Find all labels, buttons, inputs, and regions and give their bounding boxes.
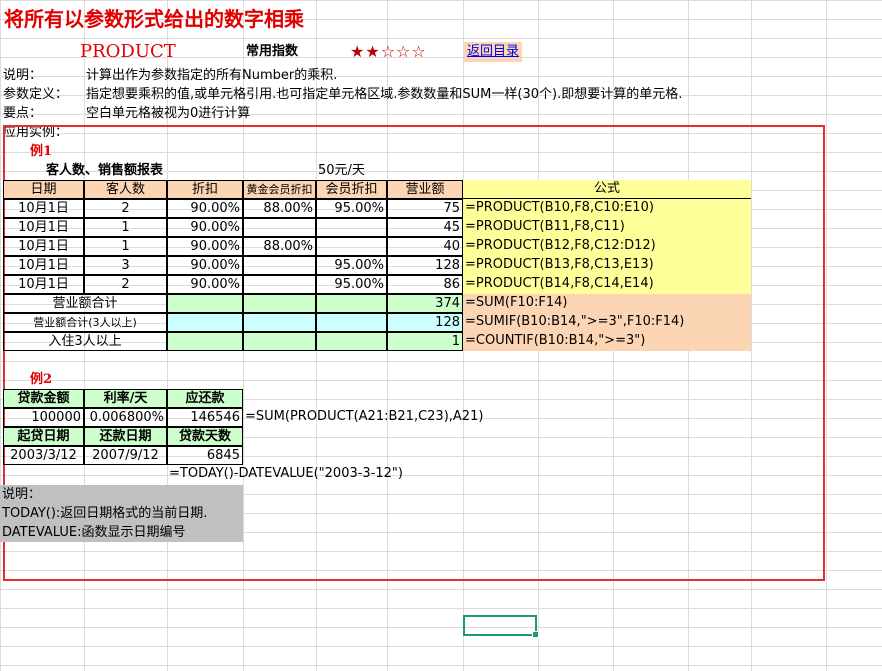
table-cell: 90.00% <box>167 199 243 218</box>
table-cell: 95.00% <box>316 275 387 294</box>
summary-formula: =SUMIF(B10:B14,">=3",F10:F14) <box>463 313 751 332</box>
summary-fill <box>243 294 316 313</box>
date-header: 起贷日期 <box>3 427 84 446</box>
days-formula: =TODAY()-DATEVALUE("2003-3-12") <box>169 466 403 481</box>
loan-header: 利率/天 <box>84 389 167 408</box>
loan-formula: =SUM(PRODUCT(A21:B21,C23),A21) <box>245 409 484 424</box>
example2-label: 例2 <box>30 372 53 387</box>
table-cell: 95.00% <box>316 199 387 218</box>
loan-header: 贷款金额 <box>3 389 84 408</box>
summary-fill <box>316 313 387 332</box>
table-cell: 10月1日 <box>3 275 84 294</box>
summary-fill <box>316 294 387 313</box>
summary-formula: =SUM(F10:F14) <box>463 294 751 313</box>
date-cell: 6845 <box>167 446 243 465</box>
notes-line-3: DATEVALUE:函数显示日期编号 <box>2 525 186 540</box>
table-cell: 128 <box>387 256 463 275</box>
loan-cell: 0.006800% <box>84 408 167 427</box>
function-name: PRODUCT <box>80 41 176 62</box>
formula-header: 公式 <box>463 180 751 199</box>
summary-fill <box>167 332 243 351</box>
table-cell: 88.00% <box>243 199 316 218</box>
table-cell: 88.00% <box>243 237 316 256</box>
loan-cell: 146546 <box>167 408 243 427</box>
table-cell <box>243 218 316 237</box>
table-cell: 10月1日 <box>3 218 84 237</box>
table-cell: 10月1日 <box>3 256 84 275</box>
key-label: 要点： <box>3 106 43 121</box>
formula-cell: =PRODUCT(B10,F8,C10:E10) <box>463 199 751 218</box>
rating-stars: ★★☆☆☆ <box>350 42 427 61</box>
table-cell: 90.00% <box>167 275 243 294</box>
date-cell: 2003/3/12 <box>3 446 84 465</box>
header-cell: 日期 <box>3 180 84 199</box>
table-cell: 10月1日 <box>3 237 84 256</box>
loan-header: 应还款 <box>167 389 243 408</box>
table-cell: 95.00% <box>316 256 387 275</box>
summary-fill <box>243 313 316 332</box>
summary-label: 入住3人以上 <box>3 332 167 351</box>
table-cell: 1 <box>84 218 167 237</box>
table-title: 客人数、销售额报表 <box>46 163 164 178</box>
summary-label: 营业额合计(3人以上) <box>3 313 167 332</box>
page-title: 将所有以参数形式给出的数字相乘 <box>4 7 304 31</box>
back-to-index-link[interactable]: 返回目录 <box>464 42 523 62</box>
date-header: 还款日期 <box>84 427 167 446</box>
param-text: 指定想要乘积的值,或单元格引用.也可指定单元格区域.参数数量和SUM一样(30个… <box>86 87 683 102</box>
table-cell <box>316 218 387 237</box>
notes-line-2: TODAY():返回日期格式的当前日期. <box>2 506 208 521</box>
summary-formula: =COUNTIF(B10:B14,">=3") <box>463 332 751 351</box>
notes-line-1: 说明： <box>2 487 42 502</box>
table-cell: 3 <box>84 256 167 275</box>
summary-label: 营业额合计 <box>3 294 167 313</box>
table-cell: 2 <box>84 275 167 294</box>
summary-value: 1 <box>387 332 463 351</box>
formula-cell: =PRODUCT(B12,F8,C12:D12) <box>463 237 751 256</box>
table-cell: 40 <box>387 237 463 256</box>
table-cell <box>243 275 316 294</box>
table-cell: 2 <box>84 199 167 218</box>
active-cell-selection[interactable] <box>463 615 539 638</box>
header-cell: 黄金会员折扣 <box>243 180 316 199</box>
table-cell: 90.00% <box>167 218 243 237</box>
desc-text: 计算出作为参数指定的所有Number的乘积. <box>86 68 338 83</box>
summary-fill <box>243 332 316 351</box>
table-cell: 90.00% <box>167 237 243 256</box>
formula-cell: =PRODUCT(B11,F8,C11) <box>463 218 751 237</box>
table-cell <box>243 256 316 275</box>
param-label: 参数定义： <box>3 87 69 102</box>
summary-fill <box>167 313 243 332</box>
table-cell: 10月1日 <box>3 199 84 218</box>
header-cell: 会员折扣 <box>316 180 387 199</box>
price-cell: 50元/天 <box>318 163 365 178</box>
table-cell: 90.00% <box>167 256 243 275</box>
table-cell <box>316 237 387 256</box>
formula-cell: =PRODUCT(B14,F8,C14,E14) <box>463 275 751 294</box>
loan-cell: 100000 <box>3 408 84 427</box>
key-text: 空白单元格被视为0进行计算 <box>86 106 251 121</box>
table-cell: 45 <box>387 218 463 237</box>
common-index-label: 常用指数 <box>246 44 299 59</box>
desc-label: 说明： <box>3 68 43 83</box>
summary-value: 374 <box>387 294 463 313</box>
summary-fill <box>167 294 243 313</box>
header-cell: 营业额 <box>387 180 463 199</box>
date-cell: 2007/9/12 <box>84 446 167 465</box>
header-cell: 客人数 <box>84 180 167 199</box>
table-cell: 1 <box>84 237 167 256</box>
date-header: 贷款天数 <box>167 427 243 446</box>
table-cell: 86 <box>387 275 463 294</box>
header-cell: 折扣 <box>167 180 243 199</box>
example1-label: 例1 <box>30 144 53 159</box>
table-cell: 75 <box>387 199 463 218</box>
formula-cell: =PRODUCT(B13,F8,C13,E13) <box>463 256 751 275</box>
summary-value: 128 <box>387 313 463 332</box>
summary-fill <box>316 332 387 351</box>
